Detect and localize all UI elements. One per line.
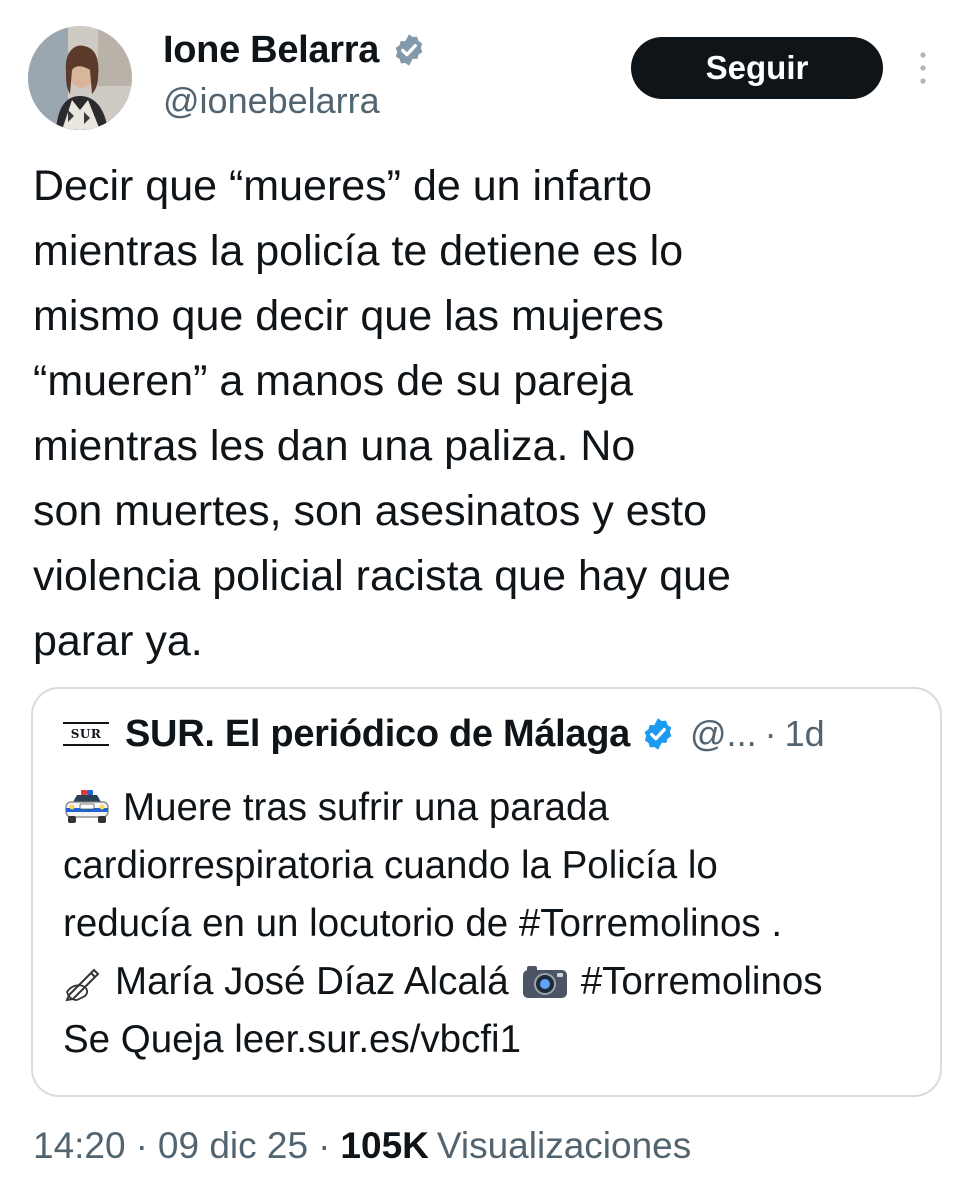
tweet-meta: 14:20 · 09 dic 25 · 105K Visualizaciones [33,1120,691,1172]
camera-icon [521,962,569,1002]
quoted-timestamp[interactable]: 1d [785,713,825,755]
verified-badge-icon [644,718,672,750]
quoted-text-segment: Muere tras sufrir una parada [123,786,609,829]
quoted-author-handle[interactable]: @... [690,713,757,755]
quoted-text-segment: Se Queja leer.sur.es/vbcfi1 [63,1018,521,1061]
vertical-ellipsis-icon[interactable] [913,48,933,88]
follow-button[interactable]: Seguir [631,37,883,99]
tweet-text-line: Decir que “mueres” de un infarto [33,162,653,210]
quoted-text-segment: reducía en un locutorio de #Torremolinos… [63,902,783,945]
verified-badge-icon [395,34,423,66]
author-handle[interactable]: @ionebelarra [163,80,380,122]
tweet-text-line: son muertes, son asesinatos y esto [33,487,708,535]
tweet-text-line: mientras les dan una paliza. No [33,422,636,470]
views-count: 105K [340,1125,429,1166]
tweet-text-line: violencia policial racista que hay que [33,552,731,600]
quoted-text-segment: cardiorrespiratoria cuando la Policía lo [63,844,718,887]
quoted-tweet-card[interactable]: SUR SUR. El periódico de Málaga @... · 1… [31,687,942,1097]
quoted-author-name[interactable]: SUR. El periódico de Málaga [125,713,630,756]
sur-logo: SUR [63,722,109,746]
quoted-text-line: Muere tras sufrir una parada [63,779,933,837]
tweet-text-line: mismo que decir que las mujeres [33,292,664,340]
views-label: Visualizaciones [436,1125,692,1166]
tweet-text-line: “mueren” a manos de su pareja [33,357,633,405]
quoted-text-segment: María José Díaz Alcalá [115,960,509,1003]
writing-hand-icon [63,962,103,1002]
quoted-text-line: reducía en un locutorio de #Torremolinos… [63,895,933,953]
separator-dot: · [318,1125,331,1166]
tweet-text-line: parar ya. [33,617,203,665]
quoted-text-hashtag[interactable]: #Torremolinos [581,953,823,1011]
tweet: Ione Belarra @ionebelarra Seguir Decir q… [0,0,974,1200]
quoted-text-line: Se Queja leer.sur.es/vbcfi1 [63,1011,933,1069]
quoted-tweet-text: Muere tras sufrir una parada cardiorresp… [63,779,933,1069]
tweet-text: Decir que “mueres” de un infarto mientra… [33,154,933,674]
police-car-icon [63,788,111,828]
avatar[interactable] [28,26,132,130]
profile-photo-icon [28,26,132,130]
author-display-name[interactable]: Ione Belarra [163,29,379,72]
quoted-tweet-header: SUR SUR. El periódico de Málaga @... · 1… [63,707,825,761]
tweet-date[interactable]: 09 dic 25 [158,1125,308,1167]
tweet-time[interactable]: 14:20 [33,1125,126,1167]
separator-dot: · [135,1125,148,1166]
quoted-text-line: cardiorrespiratoria cuando la Policía lo [63,837,933,895]
author-name-row[interactable]: Ione Belarra [163,28,427,72]
tweet-text-line: mientras la policía te detiene es lo [33,227,684,275]
quoted-text-line: María José Díaz Alcalá #Torremolinos [63,953,933,1011]
separator-dot: · [764,713,777,754]
